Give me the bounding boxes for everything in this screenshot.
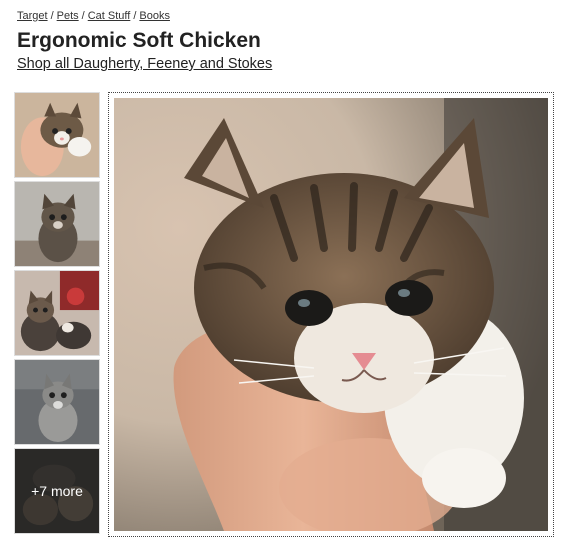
- thumbnail-2[interactable]: [14, 181, 100, 267]
- breadcrumb-separator: /: [81, 10, 85, 22]
- breadcrumb-link-pets[interactable]: Pets: [57, 10, 79, 22]
- thumbnail-list: +7 more: [14, 92, 100, 537]
- thumbnail-more[interactable]: +7 more: [14, 448, 100, 534]
- more-images-overlay: +7 more: [15, 449, 99, 533]
- kitten-in-hand-image: [15, 93, 99, 177]
- main-image-frame[interactable]: [108, 92, 554, 537]
- shop-brand-link[interactable]: Shop all Daugherty, Feeney and Stokes: [17, 56, 272, 72]
- breadcrumb-link-books[interactable]: Books: [139, 10, 170, 22]
- kittens-with-toy-image: [15, 271, 99, 355]
- breadcrumb-link-target[interactable]: Target: [17, 10, 48, 22]
- thumbnail-1[interactable]: [14, 92, 100, 178]
- product-title: Ergonomic Soft Chicken: [17, 29, 261, 52]
- thumbnail-3[interactable]: [14, 270, 100, 356]
- breadcrumb-separator: /: [50, 10, 54, 22]
- thumbnail-4[interactable]: [14, 359, 100, 445]
- tabby-kitten-image: [15, 182, 99, 266]
- breadcrumb: Target / Pets / Cat Stuff / Books: [17, 10, 170, 22]
- more-images-label: +7 more: [31, 483, 83, 499]
- main-product-image: [114, 98, 548, 531]
- product-page: Target / Pets / Cat Stuff / Books Ergonomic So…: [0, 0, 578, 548]
- breadcrumb-link-cat-stuff[interactable]: Cat Stuff: [88, 10, 131, 22]
- grey-kitten-image: [15, 360, 99, 444]
